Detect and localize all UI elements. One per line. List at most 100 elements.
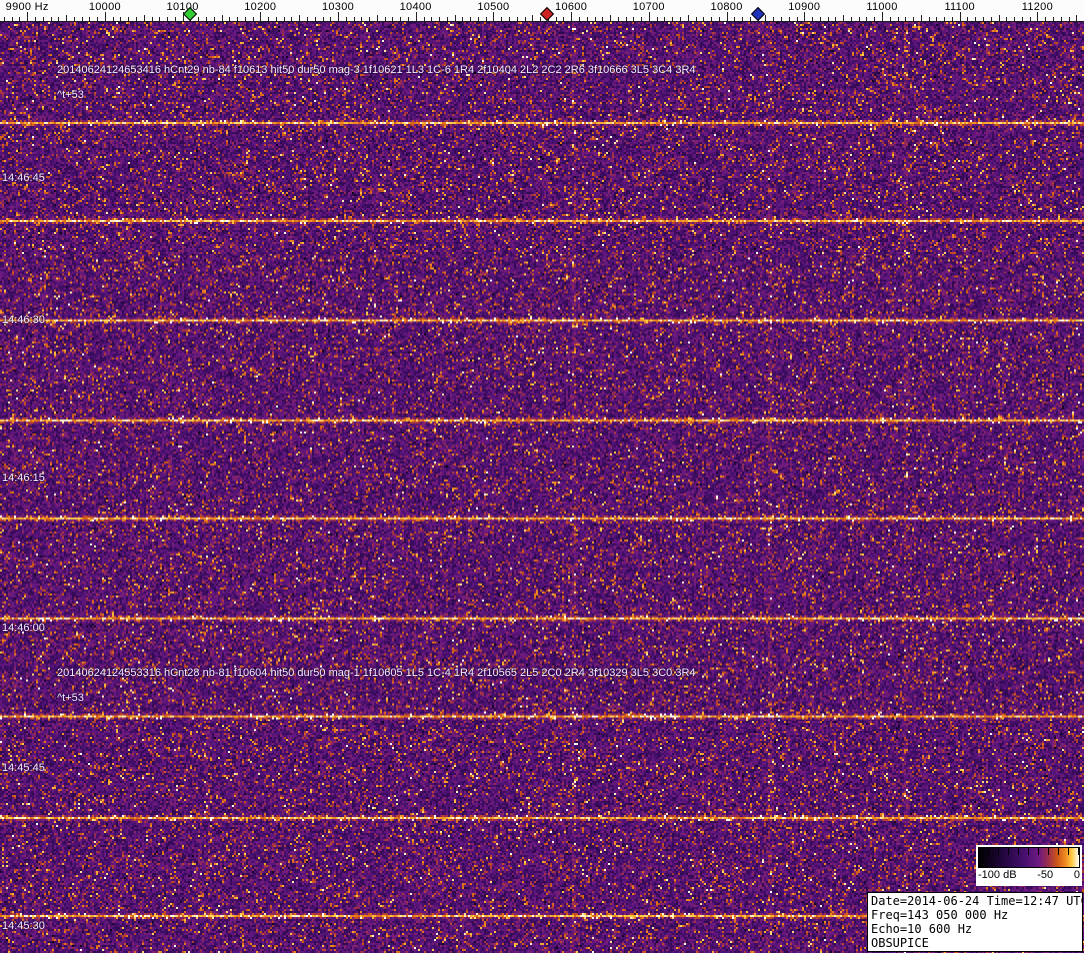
minor-tick (214, 17, 215, 21)
major-tick (1037, 12, 1038, 21)
minor-tick (1061, 17, 1062, 21)
minor-tick (291, 17, 292, 21)
major-tick (649, 12, 650, 21)
minor-tick (672, 17, 673, 21)
minor-tick (828, 17, 829, 21)
minor-tick (245, 17, 246, 21)
major-tick (727, 12, 728, 21)
freq-label: 11000 (866, 1, 897, 13)
minor-tick (1076, 15, 1077, 21)
minor-tick (136, 17, 137, 21)
minor-tick (323, 17, 324, 21)
minor-tick (1053, 17, 1054, 21)
minor-tick (408, 17, 409, 21)
minor-tick (991, 17, 992, 21)
info-line: Echo=10 600 Hz (871, 922, 1079, 936)
minor-tick (579, 17, 580, 21)
freq-label: 10300 (322, 1, 354, 13)
minor-tick (750, 17, 751, 21)
minor-tick (556, 17, 557, 21)
minor-tick (198, 17, 199, 21)
major-tick (27, 12, 28, 21)
minor-tick (983, 17, 984, 21)
minor-tick (874, 17, 875, 21)
major-tick (105, 12, 106, 21)
minor-tick (1006, 17, 1007, 21)
minor-tick (633, 17, 634, 21)
minor-tick (859, 17, 860, 21)
minor-tick (501, 17, 502, 21)
minor-tick (167, 17, 168, 21)
time-label: 14:46:15 (2, 472, 45, 484)
minor-tick (540, 17, 541, 21)
minor-tick (159, 17, 160, 21)
major-tick (882, 12, 883, 21)
minor-tick (890, 17, 891, 21)
minor-tick (626, 17, 627, 21)
minor-tick (812, 17, 813, 21)
minor-tick (1030, 17, 1031, 21)
minor-tick (765, 15, 766, 21)
minor-tick (447, 17, 448, 21)
minor-tick (944, 17, 945, 21)
info-line: Freq=143 050 000 Hz (871, 908, 1079, 922)
colorbar-max-label: 0 (1074, 869, 1080, 882)
minor-tick (152, 17, 153, 21)
minor-tick (773, 17, 774, 21)
minor-tick (711, 17, 712, 21)
minor-tick (330, 17, 331, 21)
minor-tick (97, 17, 98, 21)
minor-tick (921, 15, 922, 21)
minor-tick (905, 17, 906, 21)
minor-tick (66, 15, 67, 21)
freq-label: 10500 (477, 1, 509, 13)
minor-tick (975, 17, 976, 21)
minor-tick (361, 17, 362, 21)
frequency-ruler[interactable]: 9900 Hz100001010010200103001040010500106… (0, 0, 1084, 22)
time-label: 14:46:30 (2, 314, 45, 326)
info-box: Date=2014-06-24 Time=12:47 UTCFreq=143 0… (867, 892, 1083, 952)
spectrogram-app: 9900 Hz100001010010200103001040010500106… (0, 0, 1084, 953)
minor-tick (602, 17, 603, 21)
minor-tick (797, 17, 798, 21)
minor-tick (532, 15, 533, 21)
minor-tick (866, 17, 867, 21)
minor-tick (781, 17, 782, 21)
minor-tick (424, 17, 425, 21)
minor-tick (478, 17, 479, 21)
minor-tick (898, 17, 899, 21)
major-tick (804, 12, 805, 21)
detection-annotation: 20140624124553316 hCnt28 nb-81 f10604 hi… (57, 667, 696, 679)
freq-label: 10800 (711, 1, 743, 13)
minor-tick (354, 17, 355, 21)
minor-tick (175, 17, 176, 21)
major-tick (416, 12, 417, 21)
minor-tick (253, 17, 254, 21)
colorbar: -100 dB -50 0 (976, 845, 1082, 886)
freq-label: 9900 Hz (6, 1, 49, 13)
minor-tick (462, 17, 463, 21)
minor-tick (587, 17, 588, 21)
colorbar-min-label: -100 dB (978, 869, 1017, 882)
marker-red[interactable] (540, 7, 554, 21)
minor-tick (641, 17, 642, 21)
minor-tick (843, 15, 844, 21)
time-label: 14:46:00 (2, 622, 45, 634)
time-label: 14:45:30 (2, 920, 45, 932)
minor-tick (610, 15, 611, 21)
minor-tick (206, 17, 207, 21)
minor-tick (299, 15, 300, 21)
minor-tick (936, 17, 937, 21)
minor-tick (486, 17, 487, 21)
minor-tick (509, 17, 510, 21)
minor-tick (820, 17, 821, 21)
minor-tick (51, 17, 52, 21)
major-tick (571, 12, 572, 21)
freq-label: 10200 (244, 1, 276, 13)
minor-tick (400, 17, 401, 21)
minor-tick (369, 17, 370, 21)
minor-tick (74, 17, 75, 21)
marker-blue[interactable] (751, 7, 765, 21)
minor-tick (851, 17, 852, 21)
minor-tick (284, 17, 285, 21)
